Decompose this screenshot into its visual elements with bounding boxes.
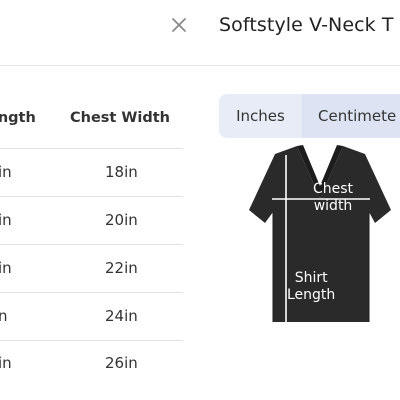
chest-width-label: Chest width	[313, 181, 353, 215]
column-header-chest-width: Chest Width	[70, 110, 171, 126]
column-header-length: ength	[0, 110, 36, 126]
cell-chest-width: 22in	[105, 259, 138, 277]
chest-width-label-line1: Chest	[313, 181, 354, 197]
row-divider	[0, 148, 183, 149]
cell-length: in	[0, 259, 12, 277]
cell-chest-width: 26in	[105, 354, 138, 372]
cell-length: in	[0, 211, 12, 229]
unit-option-inches[interactable]: Inches	[219, 94, 302, 138]
close-icon	[172, 18, 186, 32]
close-button[interactable]	[168, 14, 190, 36]
header-divider	[0, 65, 400, 66]
row-divider	[0, 292, 183, 293]
shirt-length-label-line2: Length	[287, 287, 336, 303]
chest-width-label-line2: width	[313, 198, 353, 214]
cell-chest-width: 24in	[105, 307, 138, 325]
cell-length: in	[0, 163, 12, 181]
unit-option-centimeters[interactable]: Centimete	[302, 94, 400, 138]
cell-length: n	[0, 307, 8, 325]
page-title: Softstyle V-Neck T	[219, 14, 394, 36]
row-divider	[0, 340, 183, 341]
row-divider	[0, 244, 183, 245]
row-divider	[0, 196, 183, 197]
cell-chest-width: 20in	[105, 211, 138, 229]
cell-length: in	[0, 354, 12, 372]
unit-toggle: Inches Centimete	[219, 94, 400, 138]
shirt-length-label-line1: Shirt	[294, 270, 328, 286]
shirt-length-label: Shirt Length	[287, 270, 335, 304]
cell-chest-width: 18in	[105, 163, 138, 181]
